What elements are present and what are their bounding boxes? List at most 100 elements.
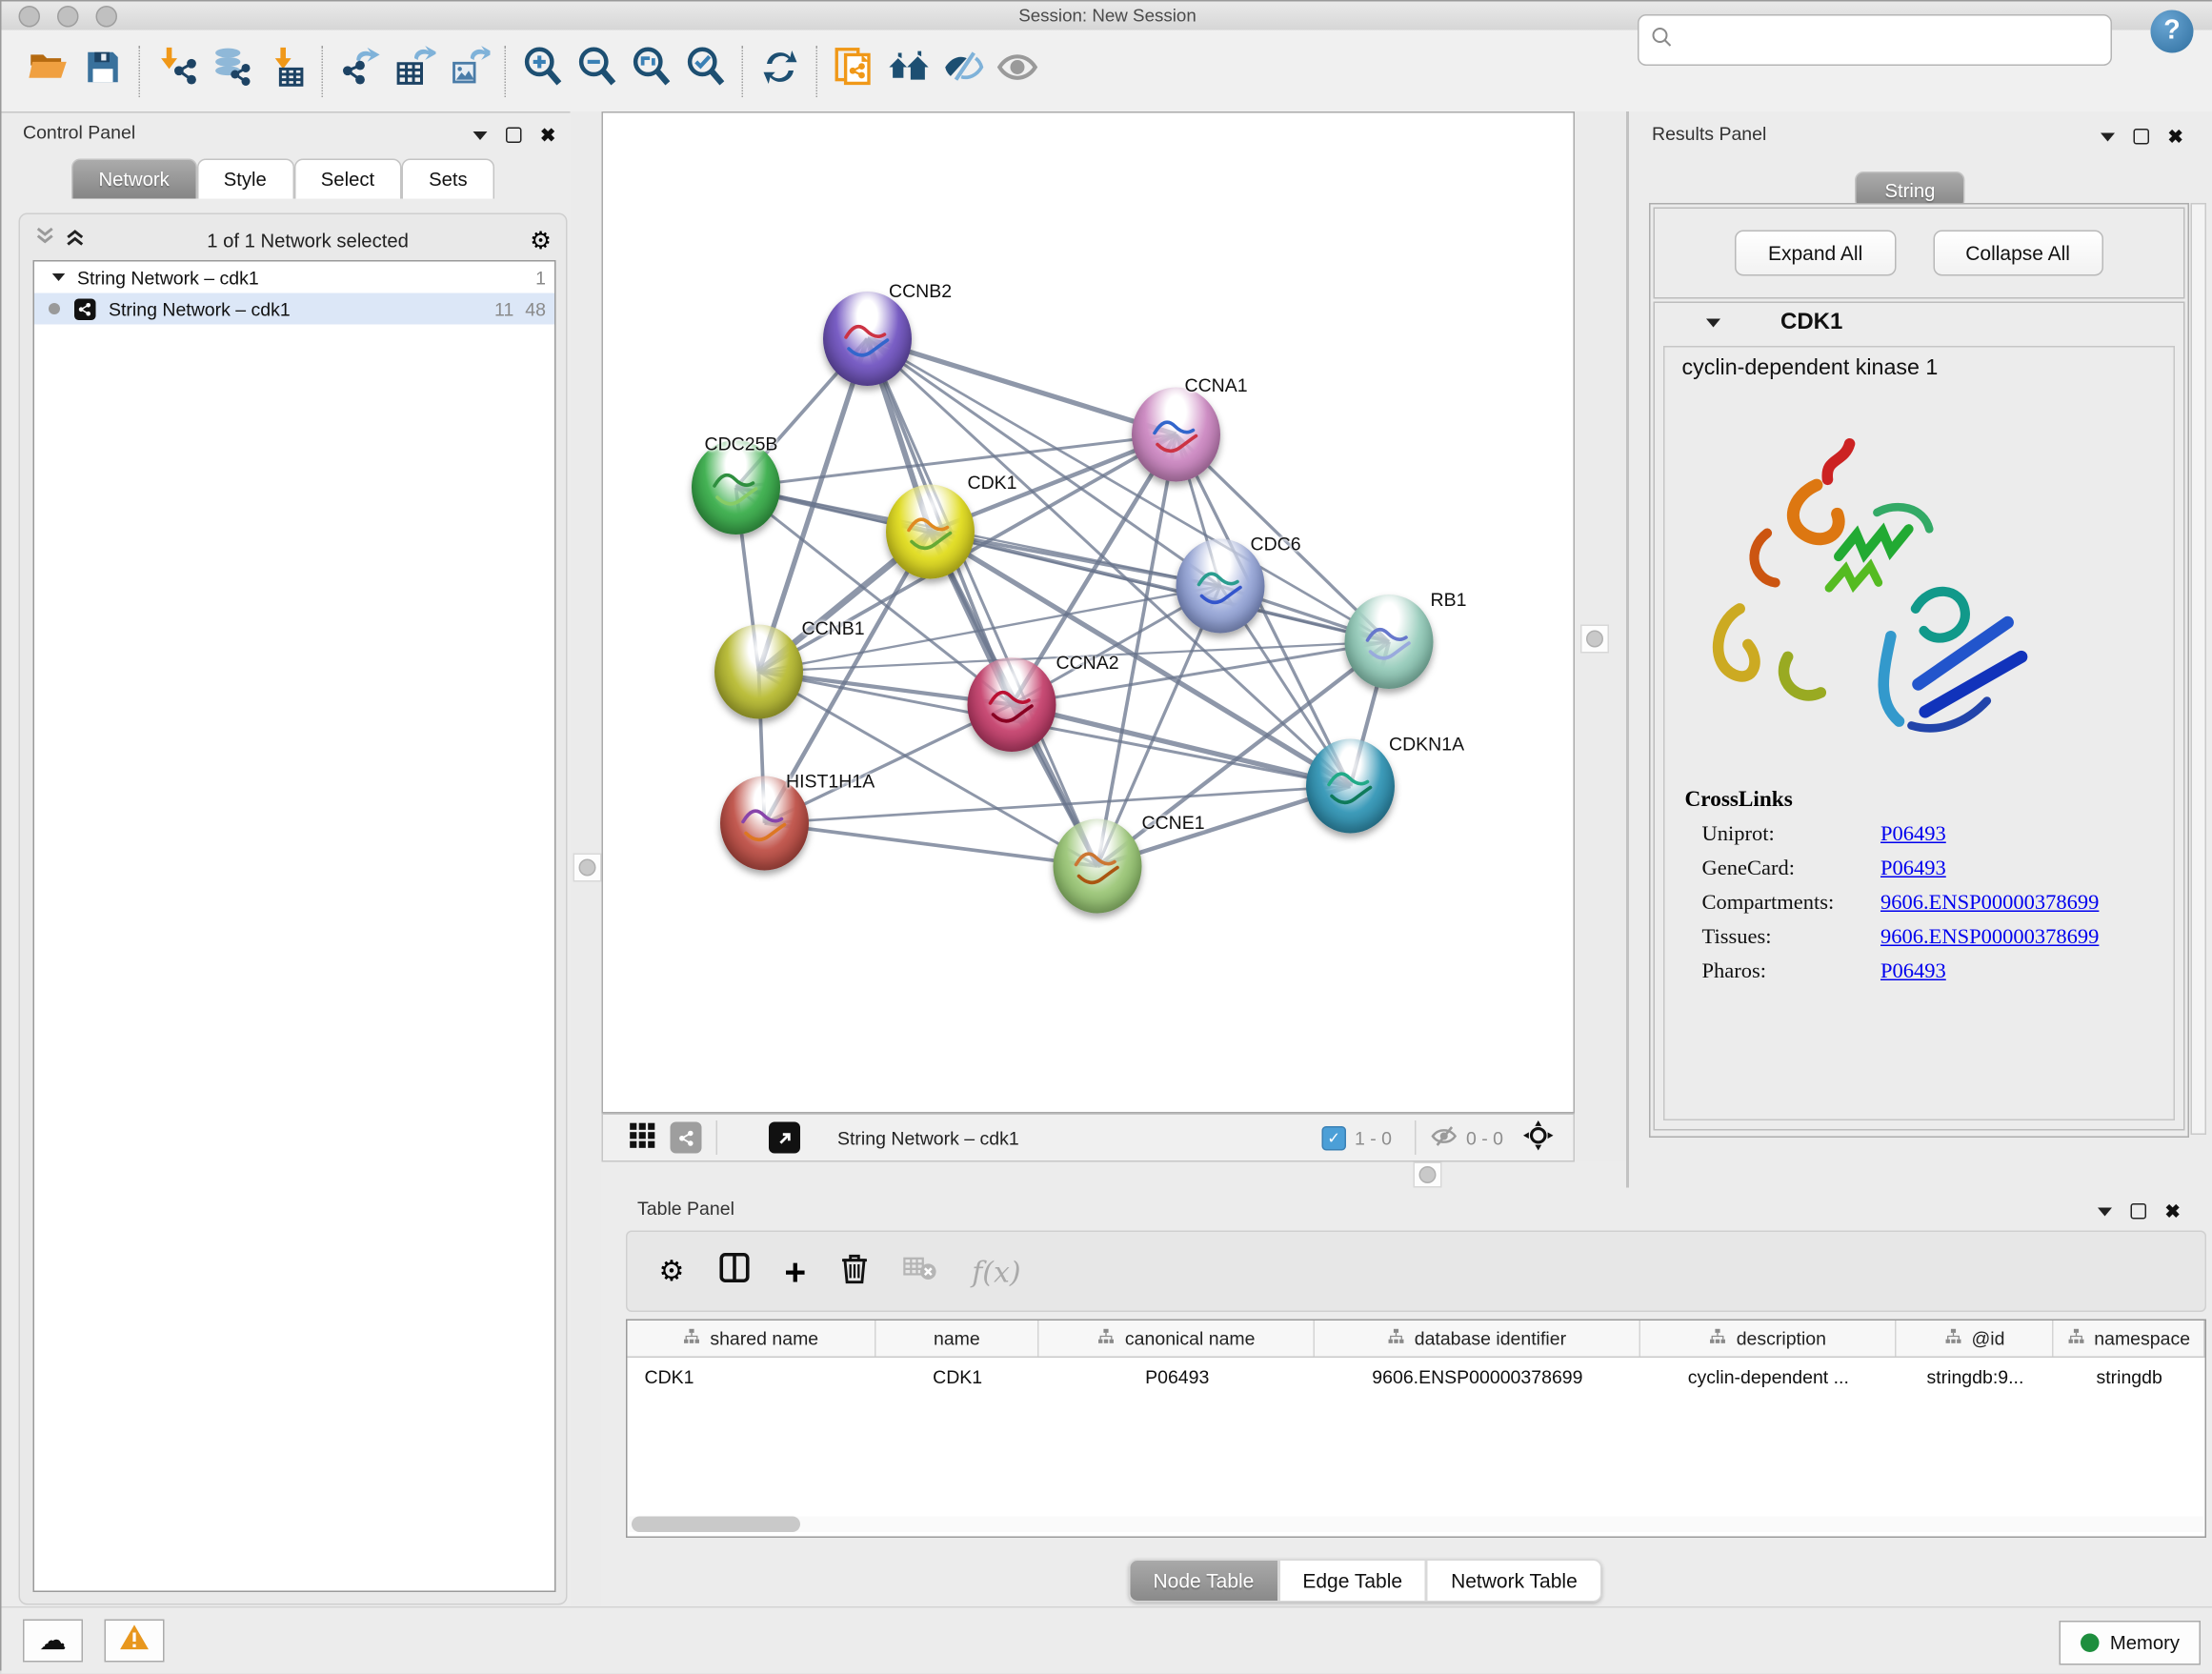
node-CCNA2[interactable]: [968, 657, 1056, 752]
node-CCNB2[interactable]: [823, 292, 912, 386]
table-splitter-handle[interactable]: [1414, 1162, 1442, 1188]
open-session-button[interactable]: [22, 44, 76, 98]
tab-select[interactable]: Select: [293, 159, 401, 199]
node-CCNB1[interactable]: [714, 625, 803, 719]
zoom-out-button[interactable]: [571, 44, 625, 98]
warnings-button[interactable]: [105, 1620, 165, 1663]
right-splitter-handle[interactable]: [1580, 625, 1609, 654]
column-header-name[interactable]: name: [875, 1321, 1039, 1357]
cloud-status-button[interactable]: ☁: [23, 1620, 83, 1663]
help-button[interactable]: ?: [2151, 10, 2194, 53]
table-horizontal-scrollbar[interactable]: [629, 1517, 2203, 1533]
column-header-database-identifier[interactable]: database identifier: [1315, 1321, 1639, 1357]
zoom-selected-button[interactable]: [679, 44, 734, 98]
column-header--id[interactable]: @id: [1897, 1321, 2054, 1357]
gene-section-header[interactable]: CDK1: [1655, 303, 2183, 343]
crosslink-link[interactable]: P06493: [1880, 823, 1946, 848]
tab-network-table[interactable]: Network Table: [1427, 1560, 1602, 1603]
crosslink-link[interactable]: P06493: [1880, 857, 1946, 882]
save-session-button[interactable]: [76, 44, 131, 98]
results-scrollbar[interactable]: [2191, 203, 2207, 1135]
delete-table-icon[interactable]: [903, 1254, 937, 1290]
expand-all-button[interactable]: Expand All: [1735, 231, 1895, 276]
table-options-gear-icon[interactable]: ⚙: [659, 1257, 685, 1285]
table-row[interactable]: CDK1CDK1P064939606.ENSP00000378699cyclin…: [628, 1358, 2205, 1397]
edge-HIST1H1A-CCNE1[interactable]: [765, 823, 1098, 866]
tab-sets[interactable]: Sets: [402, 159, 495, 199]
crosslink-link[interactable]: 9606.ENSP00000378699: [1880, 892, 2099, 917]
table-cell[interactable]: P06493: [1039, 1358, 1315, 1395]
grid-view-icon[interactable]: [629, 1122, 656, 1154]
table-cell[interactable]: cyclin-dependent ...: [1640, 1358, 1898, 1395]
edge-CCNA2-CDKN1A[interactable]: [1012, 705, 1351, 787]
table-cell[interactable]: stringdb: [2054, 1358, 2205, 1395]
crosslink-link[interactable]: P06493: [1880, 960, 1946, 985]
table-cell[interactable]: CDK1: [628, 1358, 876, 1395]
tab-network[interactable]: Network: [71, 159, 196, 199]
close-panel-icon[interactable]: ✖: [2165, 1202, 2181, 1221]
zoom-fit-button[interactable]: [625, 44, 679, 98]
right-splitter[interactable]: [1575, 111, 1626, 1162]
network-canvas[interactable]: CCNB2CCNA1CDC25BCDK1CDC6RB1CCNB1CCNA2CDK…: [602, 111, 1576, 1114]
node-CCNA1[interactable]: [1132, 388, 1220, 482]
tab-edge-table[interactable]: Edge Table: [1278, 1560, 1427, 1603]
edge-CCNB2-CCNA1[interactable]: [868, 339, 1176, 435]
export-table-button[interactable]: [388, 44, 442, 98]
export-network-button[interactable]: [333, 44, 388, 98]
add-column-icon[interactable]: +: [784, 1253, 806, 1290]
apply-style-refresh-button[interactable]: [754, 44, 808, 98]
network-collection-row[interactable]: String Network – cdk1 1: [34, 262, 554, 293]
node-CDKN1A[interactable]: [1306, 739, 1395, 834]
network-options-gear-icon[interactable]: ⚙: [530, 228, 552, 252]
column-header-namespace[interactable]: namespace: [2054, 1321, 2205, 1357]
import-network-from-database-button[interactable]: [205, 44, 259, 98]
network-view-icon[interactable]: [671, 1122, 702, 1154]
collapse-all-networks-icon[interactable]: [34, 225, 56, 255]
float-panel-icon[interactable]: [2101, 132, 2115, 141]
home-button[interactable]: [882, 44, 936, 98]
node-CDK1[interactable]: [886, 485, 975, 579]
column-header-canonical-name[interactable]: canonical name: [1039, 1321, 1315, 1357]
node-RB1[interactable]: [1345, 595, 1434, 689]
selected-checkbox[interactable]: ✓: [1321, 1125, 1346, 1150]
collection-expander-icon[interactable]: [52, 273, 66, 281]
export-image-button[interactable]: [442, 44, 496, 98]
table-cell[interactable]: stringdb:9...: [1897, 1358, 2054, 1395]
float-panel-icon[interactable]: [2098, 1207, 2112, 1216]
network-row[interactable]: String Network – cdk1 11 48: [34, 293, 554, 325]
float-panel-icon[interactable]: [473, 131, 488, 139]
expand-all-networks-icon[interactable]: [65, 225, 87, 255]
tab-node-table[interactable]: Node Table: [1129, 1560, 1278, 1603]
import-network-button[interactable]: [151, 44, 205, 98]
tab-style[interactable]: Style: [196, 159, 293, 199]
collapse-all-button[interactable]: Collapse All: [1933, 231, 2103, 276]
left-splitter[interactable]: [571, 111, 602, 1606]
maximize-panel-icon[interactable]: [506, 128, 522, 144]
birdseye-navigator-icon[interactable]: [769, 1122, 800, 1154]
crosslink-link[interactable]: 9606.ENSP00000378699: [1880, 926, 2099, 951]
share-document-button[interactable]: [828, 44, 882, 98]
memory-button[interactable]: Memory: [2060, 1621, 2202, 1665]
show-columns-icon[interactable]: [718, 1252, 750, 1291]
scrollbar-thumb[interactable]: [632, 1517, 800, 1533]
search-input[interactable]: [1685, 19, 2111, 62]
hidden-eye-icon[interactable]: [1430, 1124, 1458, 1152]
node-CCNE1[interactable]: [1054, 819, 1142, 914]
fit-selected-crosshair-icon[interactable]: [1523, 1120, 1554, 1155]
close-panel-icon[interactable]: ✖: [540, 126, 555, 145]
function-builder-button[interactable]: f(x): [972, 1254, 1020, 1288]
table-cell[interactable]: 9606.ENSP00000378699: [1315, 1358, 1639, 1395]
close-panel-icon[interactable]: ✖: [2168, 128, 2183, 147]
maximize-panel-icon[interactable]: [2131, 1203, 2147, 1220]
import-table-button[interactable]: [259, 44, 313, 98]
search-box[interactable]: [1638, 14, 2112, 66]
show-panels-button[interactable]: [991, 44, 1045, 98]
node-table[interactable]: shared namenamecanonical namedatabase id…: [626, 1320, 2206, 1539]
left-splitter-handle[interactable]: [573, 854, 602, 882]
hide-panels-button[interactable]: [936, 44, 991, 98]
column-header-shared-name[interactable]: shared name: [628, 1321, 876, 1357]
section-expander-icon[interactable]: [1706, 319, 1720, 328]
column-header-description[interactable]: description: [1640, 1321, 1898, 1357]
zoom-in-button[interactable]: [516, 44, 571, 98]
delete-column-icon[interactable]: [840, 1251, 869, 1291]
